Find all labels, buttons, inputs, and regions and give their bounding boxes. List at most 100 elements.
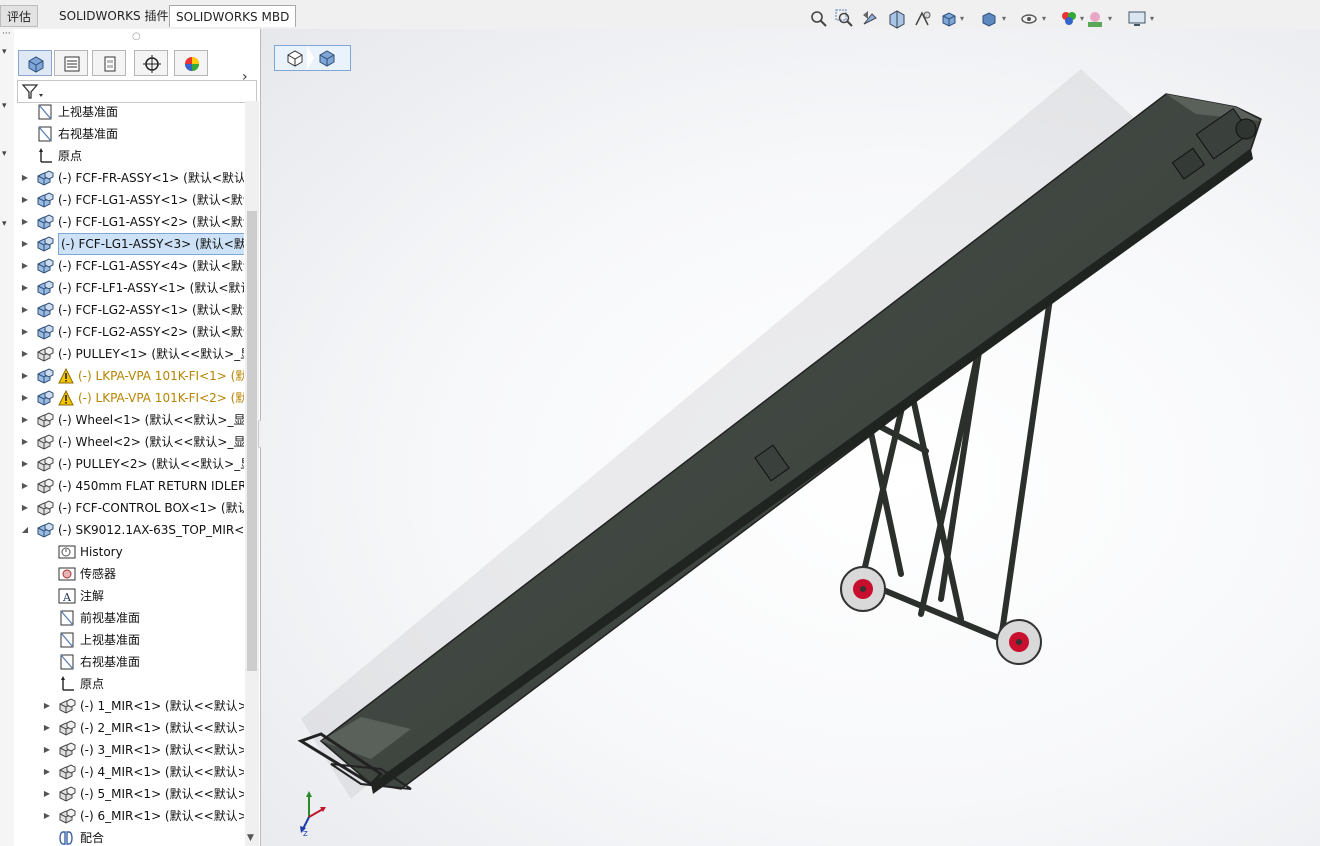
warning-icon [58,367,74,384]
chevron-down-icon[interactable]: ▾ [2,219,7,229]
tree-item[interactable]: ▶ (-) FCF-LG1-ASSY<3> (默认<默认 [14,233,244,255]
tree-item[interactable]: ▶ (-) 5_MIR<1> (默认<<默认>_ [14,783,244,805]
tree-item[interactable]: ▶ (-) 450mm FLAT RETURN IDLER [14,475,244,497]
tree-scrollbar[interactable]: ▼ [245,101,259,846]
chevron-down-icon[interactable]: ▾ [2,101,7,111]
graphics-area[interactable]: Z [261,29,1320,846]
section-view-icon[interactable] [886,8,908,30]
tree-item[interactable]: ▶ (-) 6_MIR<1> (默认<<默认>_ [14,805,244,827]
scroll-down-icon[interactable]: ▼ [247,833,254,843]
tree-item[interactable]: ▶ (-) 2_MIR<1> (默认<<默认>_ [14,717,244,739]
expand-closed-icon[interactable]: ▶ [20,211,30,233]
tree-item[interactable]: History [14,541,244,563]
expand-closed-icon[interactable]: ▶ [20,387,30,409]
chevron-down-icon[interactable]: ▾ [2,47,7,57]
tree-item[interactable]: ▶ (-) 1_MIR<1> (默认<<默认>_ [14,695,244,717]
expand-closed-icon[interactable]: ▶ [20,409,30,431]
assembly-icon [36,324,54,340]
expand-closed-icon[interactable]: ▶ [20,299,30,321]
tree-item[interactable]: 右视基准面 [14,651,244,673]
display-style-icon[interactable] [978,8,1000,30]
tree-item[interactable]: ▶ (-) Wheel<1> (默认<<默认>_显示 [14,409,244,431]
grip-dots-icon: ··· [2,29,11,39]
previous-view-icon[interactable] [860,8,882,30]
property-manager-tab[interactable] [54,50,88,76]
expand-closed-icon[interactable]: ▶ [20,277,30,299]
tree-item[interactable]: ▶ (-) FCF-LG1-ASSY<1> (默认<默认 [14,189,244,211]
tree-item[interactable]: 前视基准面 [14,607,244,629]
tree-item[interactable]: ▶ (-) FCF-LG1-ASSY<2> (默认<默认 [14,211,244,233]
dimxpert-tab[interactable] [134,50,168,76]
chevron-down-icon[interactable]: ▾ [2,149,7,159]
expand-closed-icon[interactable]: ▶ [42,805,52,827]
tree-item[interactable]: ▶ (-) FCF-LG2-ASSY<1> (默认<默认 [14,299,244,321]
view-orientation-icon[interactable] [938,8,960,30]
expand-closed-icon[interactable]: ▶ [20,233,30,255]
part-icon [58,786,76,802]
tree-item-label: 上视基准面 [80,633,141,647]
expand-closed-icon[interactable]: ▶ [20,431,30,453]
tree-item[interactable]: ▶ (-) 3_MIR<1> (默认<<默认>_ [14,739,244,761]
expand-open-icon[interactable]: ◢ [20,519,30,541]
edit-appearance-icon[interactable] [1058,8,1080,30]
tree-item[interactable]: 右视基准面 [14,123,244,145]
expand-closed-icon[interactable]: ▶ [42,739,52,761]
tree-item[interactable]: ▶ (-) FCF-FR-ASSY<1> (默认<默认_ [14,167,244,189]
tree-item[interactable]: ▶ (-) PULLEY<1> (默认<<默认>_显 [14,343,244,365]
tree-item[interactable]: ◢ (-) SK9012.1AX-63S_TOP_MIR<1 [14,519,244,541]
expand-closed-icon[interactable]: ▶ [20,321,30,343]
zoom-to-fit-icon[interactable] [808,8,830,30]
expand-closed-icon[interactable]: ▶ [20,453,30,475]
expand-closed-icon[interactable]: ▶ [20,343,30,365]
panel-grip-icon[interactable]: ○ [132,31,141,42]
view-settings-icon[interactable] [1126,8,1148,30]
origin-icon [58,676,76,692]
feature-manager-tab[interactable] [18,50,52,76]
conveyor-model[interactable] [261,29,1320,846]
expand-closed-icon[interactable]: ▶ [42,761,52,783]
tree-item[interactable]: ▶ (-) LKPA-VPA 101K-FI<1> (默 [14,365,244,387]
tree-item[interactable]: ▶ (-) FCF-LF1-ASSY<1> (默认<默认 [14,277,244,299]
hide-show-icon[interactable] [1018,8,1040,30]
task-pane-strip: ··· ▾ ▾ ▾ ▾ [0,29,15,846]
filter-icon[interactable] [20,82,44,100]
expand-closed-icon[interactable]: ▶ [42,783,52,805]
expand-closed-icon[interactable]: ▶ [42,695,52,717]
tree-item[interactable]: 原点 [14,145,244,167]
display-manager-tab[interactable] [174,50,208,76]
zoom-to-area-icon[interactable] [834,8,856,30]
scrollbar-thumb[interactable] [247,211,257,671]
tab-solidworks-mbd[interactable]: SOLIDWORKS MBD [169,5,297,27]
tree-item[interactable]: ▶ (-) 4_MIR<1> (默认<<默认>_ [14,761,244,783]
tree-item[interactable]: 上视基准面 [14,101,244,123]
tree-item[interactable]: 传感器 [14,563,244,585]
expand-closed-icon[interactable]: ▶ [42,717,52,739]
expand-closed-icon[interactable]: ▶ [20,365,30,387]
tab-solidworks-addins[interactable]: SOLIDWORKS 插件 [53,5,174,27]
expand-closed-icon[interactable]: ▶ [20,255,30,277]
tree-item[interactable]: 配合 [14,827,244,846]
configuration-manager-tab[interactable] [92,50,126,76]
tab-evaluate[interactable]: 评估 [0,5,39,27]
expand-closed-icon[interactable]: ▶ [20,497,30,519]
dynamic-annotation-icon[interactable] [912,8,934,30]
tree-item[interactable]: 原点 [14,673,244,695]
expand-closed-icon[interactable]: ▶ [20,167,30,189]
assembly-icon [36,280,54,296]
apply-scene-icon[interactable] [1084,8,1106,30]
tree-item[interactable]: ▶ (-) Wheel<2> (默认<<默认>_显示 [14,431,244,453]
tree-item[interactable]: ▶ (-) LKPA-VPA 101K-FI<2> (默 [14,387,244,409]
tree-item-label: (-) 3_MIR<1> (默认<<默认>_ [80,743,244,757]
tree-item[interactable]: ▶ (-) FCF-LG1-ASSY<4> (默认<默认 [14,255,244,277]
tree-item-label: (-) FCF-LG1-ASSY<1> (默认<默认 [58,193,244,207]
tree-item[interactable]: 上视基准面 [14,629,244,651]
tree-filter[interactable] [17,80,257,103]
tree-item[interactable]: ▶ (-) PULLEY<2> (默认<<默认>_显 [14,453,244,475]
tree-item-label: 右视基准面 [80,655,141,669]
expand-closed-icon[interactable]: ▶ [20,189,30,211]
tree-item[interactable]: A 注解 [14,585,244,607]
tree-item[interactable]: ▶ (-) FCF-CONTROL BOX<1> (默认 [14,497,244,519]
tree-item[interactable]: ▶ (-) FCF-LG2-ASSY<2> (默认<默认 [14,321,244,343]
tree-item-label: (-) 450mm FLAT RETURN IDLER [58,479,244,493]
expand-closed-icon[interactable]: ▶ [20,475,30,497]
